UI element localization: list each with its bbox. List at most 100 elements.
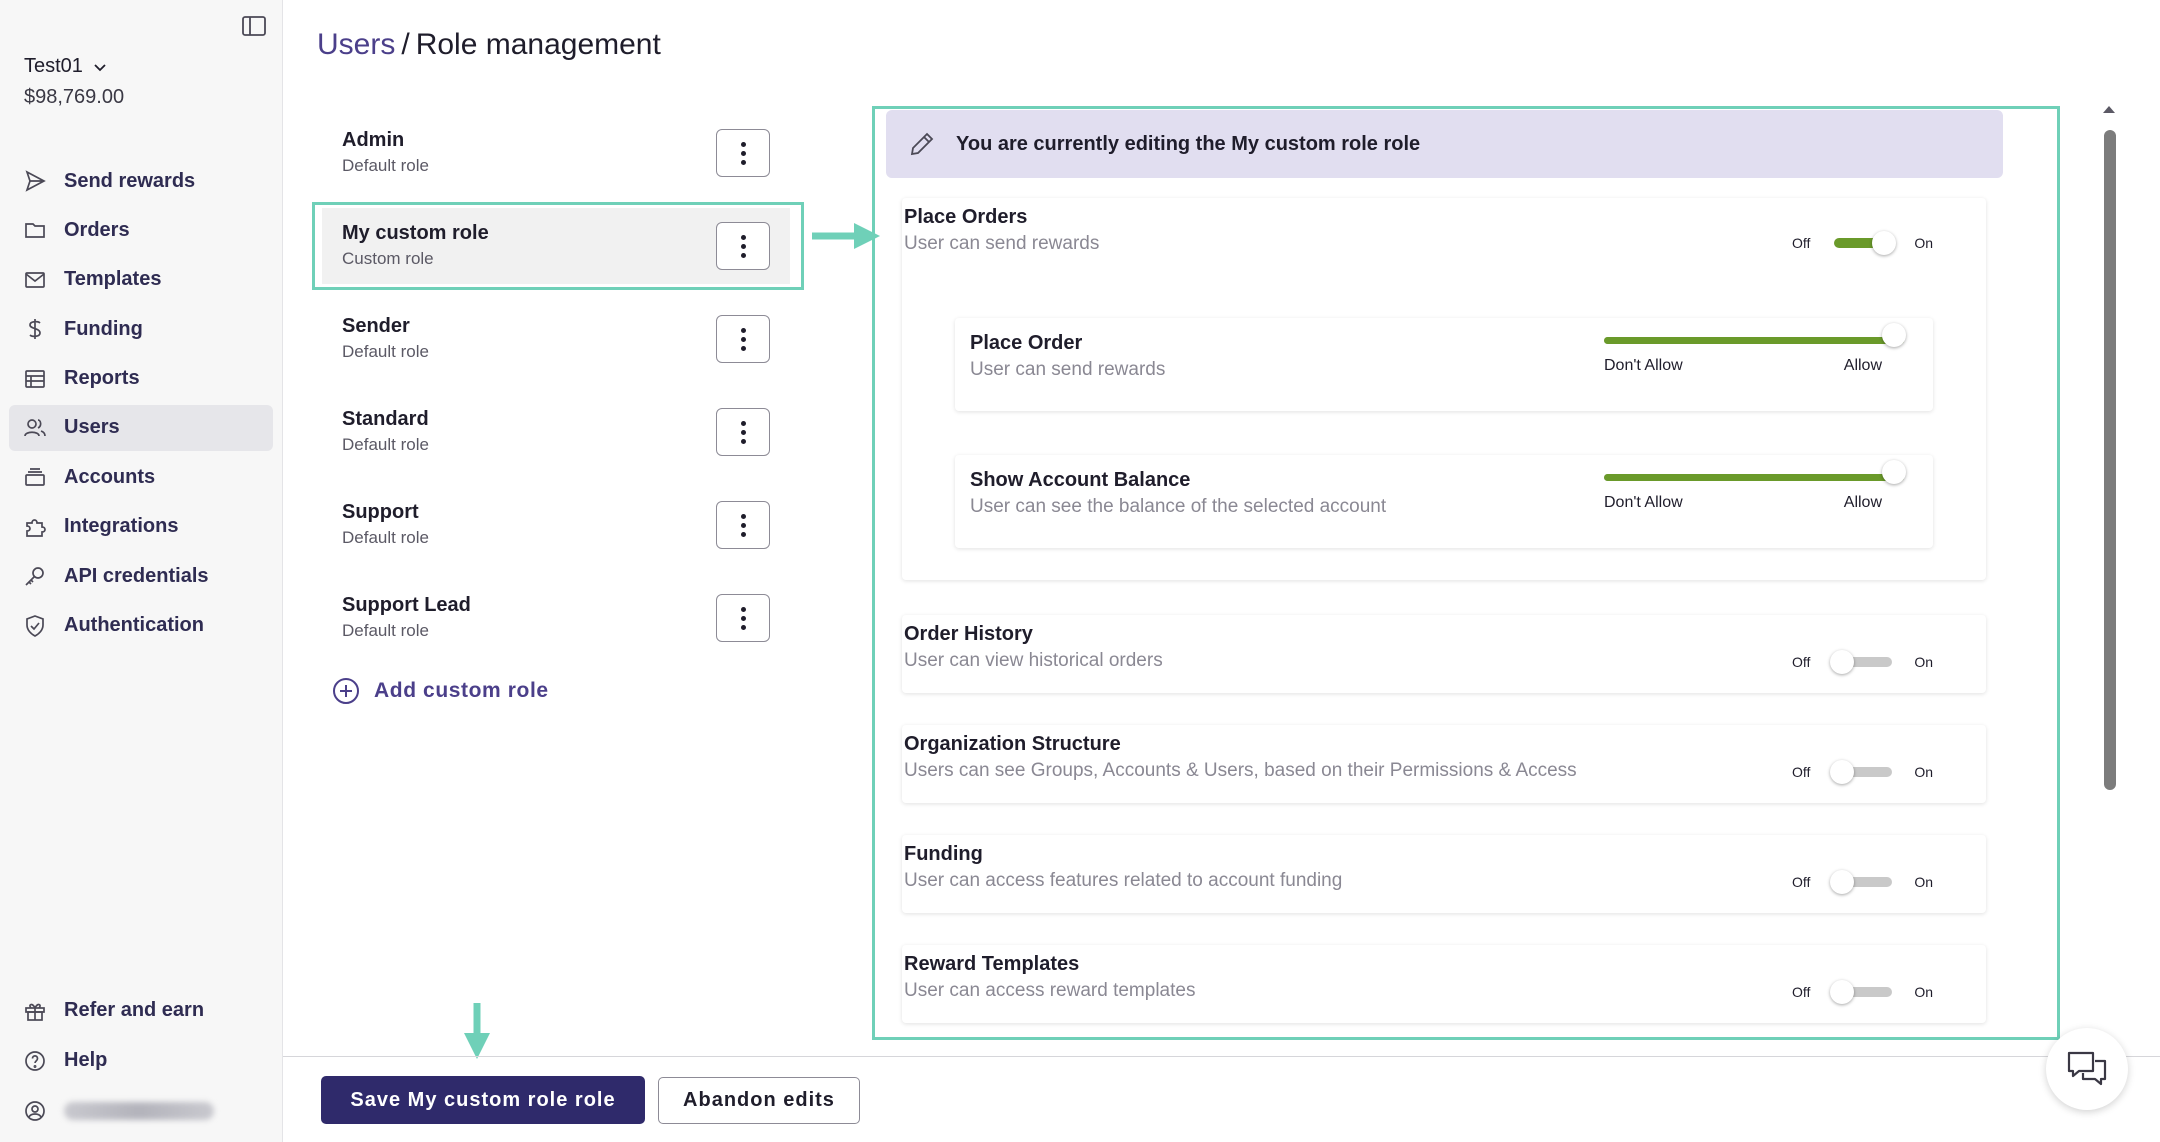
sub-permission-title: Show Account Balance (970, 469, 1191, 491)
role-menu-button[interactable] (716, 501, 770, 549)
toggle-knob (1830, 980, 1855, 1004)
save-role-button[interactable]: Save My custom role role (321, 1076, 645, 1124)
role-item-my-custom-role[interactable]: My custom role Custom role (320, 211, 780, 304)
sidebar-item-send-rewards[interactable]: Send rewards (9, 158, 273, 204)
toggle-on-label: On (1914, 764, 1934, 780)
sidebar-item-refer-and-earn[interactable]: Refer and earn (9, 987, 273, 1034)
sidebar-item-funding[interactable]: Funding (9, 306, 273, 352)
gift-icon (22, 998, 48, 1024)
toggle-knob (1830, 870, 1855, 894)
folder-icon (22, 217, 48, 243)
sidebar-item-label: Send rewards (64, 169, 196, 192)
role-item-support[interactable]: Support Default role (320, 490, 780, 583)
permission-description: User can send rewards (904, 233, 1100, 254)
sidebar-bottom-nav: Refer and earn Help (9, 987, 273, 1137)
users-icon (22, 415, 48, 441)
role-menu-button[interactable] (716, 594, 770, 642)
role-item-admin[interactable]: Admin Default role (320, 118, 780, 211)
role-menu-button[interactable] (716, 222, 770, 270)
role-menu-button[interactable] (716, 129, 770, 177)
send-icon (22, 168, 48, 194)
permission-toggle[interactable]: Off On (1792, 231, 1934, 255)
permission-toggle[interactable]: Off On (1792, 650, 1933, 674)
sidebar-item-user-profile[interactable] (9, 1087, 273, 1134)
sidebar-item-authentication[interactable]: Authentication (9, 603, 273, 649)
sidebar-item-label: Integrations (64, 515, 179, 538)
stack-icon (22, 464, 48, 490)
sidebar-collapse-icon[interactable] (240, 14, 268, 38)
mail-icon (22, 267, 48, 293)
sidebar-item-accounts[interactable]: Accounts (9, 454, 273, 500)
sidebar-item-users[interactable]: Users (9, 404, 273, 451)
sidebar-item-label: Accounts (64, 465, 156, 488)
role-list: Admin Default role My custom role Custom… (320, 118, 780, 676)
role-name: Sender (342, 315, 410, 337)
sub-permission-title: Place Order (970, 332, 1083, 354)
permission-slider[interactable]: Don't Allow Allow (1604, 323, 1906, 381)
slider-high-label: Allow (1843, 357, 1882, 374)
role-type: Default role (342, 342, 429, 361)
toggle-track (1830, 870, 1893, 894)
slider-knob[interactable] (1882, 323, 1906, 347)
permission-reward-templates: Reward Templates User can access reward … (902, 945, 1986, 1023)
sidebar-item-orders[interactable]: Orders (9, 207, 273, 253)
abandon-edits-button[interactable]: Abandon edits (658, 1077, 860, 1124)
sidebar-item-label: Users (64, 416, 120, 439)
role-item-standard[interactable]: Standard Default role (320, 397, 780, 490)
chevron-down-icon (93, 64, 106, 71)
permission-toggle[interactable]: Off On (1792, 760, 1934, 784)
permission-toggle[interactable]: Off On (1792, 870, 1934, 894)
role-item-sender[interactable]: Sender Default role (320, 304, 780, 397)
slider-fill (1604, 474, 1904, 481)
add-custom-role-button[interactable]: Add custom role (332, 677, 549, 705)
breadcrumb-current: Role management (415, 28, 661, 61)
sidebar-item-integrations[interactable]: Integrations (9, 504, 273, 550)
permission-funding: Funding User can access features related… (902, 835, 1986, 913)
role-type: Default role (342, 156, 429, 175)
permission-description: User can access reward templates (904, 980, 1196, 1001)
chat-button[interactable] (2046, 1028, 2128, 1110)
role-name: My custom role (342, 222, 489, 244)
permission-description: User can view historical orders (904, 650, 1163, 671)
sidebar-item-label: Authentication (64, 614, 204, 637)
toggle-on-label: On (1914, 874, 1934, 890)
role-type: Default role (342, 435, 429, 454)
sub-permission-place-order: Place Order User can send rewards Don't … (955, 318, 1933, 411)
role-item-support-lead[interactable]: Support Lead Default role (320, 583, 780, 676)
annotation-arrow-down-icon (464, 1003, 490, 1059)
slider-knob[interactable] (1882, 460, 1906, 484)
permission-slider[interactable]: Don't Allow Allow (1604, 460, 1906, 518)
role-menu-button[interactable] (716, 315, 770, 363)
breadcrumb-users-link[interactable]: Users (317, 28, 395, 61)
puzzle-icon (22, 514, 48, 540)
account-balance: $98,769.00 (24, 86, 125, 108)
toggle-off-label: Off (1792, 654, 1811, 670)
scroll-up-arrow-icon[interactable] (2102, 104, 2116, 114)
account-switcher[interactable]: Test01 (24, 55, 107, 78)
role-name: Standard (342, 408, 429, 430)
role-type: Custom role (342, 249, 434, 268)
sidebar-item-label: Funding (64, 317, 143, 340)
slider-fill (1604, 337, 1904, 344)
role-menu-button[interactable] (716, 408, 770, 456)
toggle-on-label: On (1914, 984, 1934, 1000)
permission-toggle[interactable]: Off On (1792, 980, 1934, 1004)
role-type: Default role (342, 621, 429, 640)
sidebar-item-help[interactable]: Help (9, 1037, 273, 1084)
sub-permission-description: User can see the balance of the selected… (970, 496, 1387, 517)
toggle-track (1830, 650, 1893, 674)
role-name: Support (342, 501, 419, 523)
permission-description: Users can see Groups, Accounts & Users, … (904, 760, 1577, 781)
permission-title: Funding (904, 843, 983, 865)
pencil-icon (910, 132, 934, 156)
scrollbar-thumb[interactable] (2104, 130, 2116, 790)
sidebar-item-templates[interactable]: Templates (9, 257, 273, 303)
toggle-off-label: Off (1792, 764, 1811, 780)
sidebar-item-api-credentials[interactable]: API credentials (9, 553, 273, 599)
sidebar-item-label: Orders (64, 218, 130, 241)
slider-low-label: Don't Allow (1604, 494, 1683, 511)
chat-bubbles-icon (2067, 1051, 2107, 1086)
sidebar-item-reports[interactable]: Reports (9, 356, 273, 402)
toggle-on-label: On (1914, 235, 1934, 251)
permission-title: Order History (904, 623, 1033, 645)
